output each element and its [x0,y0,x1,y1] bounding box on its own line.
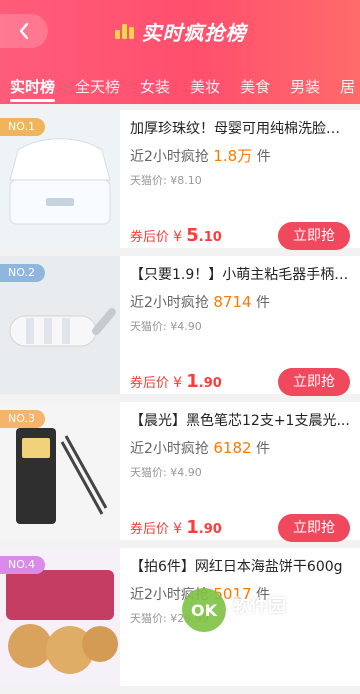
rank-badge: NO.1 [0,118,45,136]
top-header: 实时疯抢榜 实时榜 全天榜 女装 美妆 美食 男装 居 [0,0,360,104]
sales-stat: 近2小时疯抢 1.8万 件 [130,146,350,167]
after-label: 券后价 [130,522,170,537]
after-label: 券后价 [130,230,170,245]
price-row: 券后价 ¥ 1.90 立即抢 [130,514,350,542]
tab-beauty[interactable]: 美妆 [180,70,230,104]
buy-now-button[interactable]: 立即抢 [278,368,350,396]
sales-suffix: 件 [256,149,271,165]
product-info: 加厚珍珠纹！母婴可用纯棉洗脸巾... 近2小时疯抢 1.8万 件 天猫价: ¥8… [130,118,350,250]
sales-prefix: 近2小时疯抢 [130,149,209,165]
watermark-text-wrap: 软件园 www.okemu.com [232,592,317,629]
tab-home[interactable]: 居 [330,70,360,104]
product-info: 【只要1.9！】小萌主粘毛器手柄+... 近2小时疯抢 8714 件 天猫价: … [130,264,350,396]
product-name[interactable]: 加厚珍珠纹！母婴可用纯棉洗脸巾... [130,118,350,140]
price-int: 1 [186,371,199,392]
price-int: 5 [186,225,199,246]
product-image[interactable]: NO.3 [0,402,120,540]
tab-food[interactable]: 美食 [230,70,280,104]
price-decimal: .90 [198,376,222,391]
product-name[interactable]: 【只要1.9！】小萌主粘毛器手柄+... [130,264,350,286]
sales-value: 8714 [213,293,252,311]
product-name[interactable]: 【晨光】黑色笔芯12支+1支晨光... [130,410,350,432]
price-row: 券后价 ¥ 5.10 立即抢 [130,222,350,250]
watermark-url: www.okemu.com [232,617,318,629]
buy-now-button[interactable]: 立即抢 [278,514,350,542]
price-decimal: .90 [198,522,222,537]
rank-badge: NO.2 [0,264,45,282]
ranking-bars-icon [114,24,134,39]
category-tabs: 实时榜 全天榜 女装 美妆 美食 男装 居 [0,70,360,104]
tmall-price: 天猫价: ¥8.10 [130,174,202,187]
sales-prefix: 近2小时疯抢 [130,295,209,311]
product-card[interactable]: NO.2 【只要1.9！】小萌主粘毛器手柄+... 近2小时疯抢 8714 件 … [0,256,360,396]
tab-realtime[interactable]: 实时榜 [0,70,65,104]
tmall-price: 天猫价: ¥4.90 [130,320,202,333]
product-name[interactable]: 【拍6件】网红日本海盐饼干600g [130,556,350,578]
product-card[interactable]: NO.1 加厚珍珠纹！母婴可用纯棉洗脸巾... 近2小时疯抢 1.8万 件 天猫… [0,110,360,250]
product-image[interactable]: NO.4 [0,548,120,686]
sales-prefix: 近2小时疯抢 [130,441,209,457]
watermark-text: 软件园 [232,595,286,617]
product-image[interactable]: NO.2 [0,256,120,394]
after-label: 券后价 [130,376,170,391]
price-decimal: .10 [198,230,222,245]
title-area: 实时疯抢榜 [0,14,360,48]
product-info: 【晨光】黑色笔芯12支+1支晨光... 近2小时疯抢 6182 件 天猫价: ¥… [130,410,350,542]
watermark-logo: OK [182,588,226,632]
rank-badge: NO.3 [0,410,45,428]
site-watermark: OK 软件园 www.okemu.com [182,588,317,632]
sales-stat: 近2小时疯抢 8714 件 [130,292,350,313]
currency-symbol: ¥ [173,229,183,245]
sales-stat: 近2小时疯抢 6182 件 [130,438,350,459]
tab-women[interactable]: 女装 [130,70,180,104]
sales-value: 1.8万 [213,147,253,165]
currency-symbol: ¥ [173,521,183,537]
tmall-price: 天猫价: ¥4.90 [130,466,202,479]
page-title: 实时疯抢榜 [141,20,247,45]
product-image[interactable]: NO.1 [0,110,120,248]
product-card[interactable]: NO.3 【晨光】黑色笔芯12支+1支晨光... 近2小时疯抢 6182 件 天… [0,402,360,542]
tab-allday[interactable]: 全天榜 [65,70,130,104]
price-int: 1 [186,517,199,538]
sales-suffix: 件 [256,295,271,311]
sales-suffix: 件 [256,441,271,457]
rank-badge: NO.4 [0,556,45,574]
sales-value: 6182 [213,439,252,457]
price-row: 券后价 ¥ 1.90 立即抢 [130,368,350,396]
tab-men[interactable]: 男装 [280,70,330,104]
currency-symbol: ¥ [173,375,183,391]
buy-now-button[interactable]: 立即抢 [278,222,350,250]
